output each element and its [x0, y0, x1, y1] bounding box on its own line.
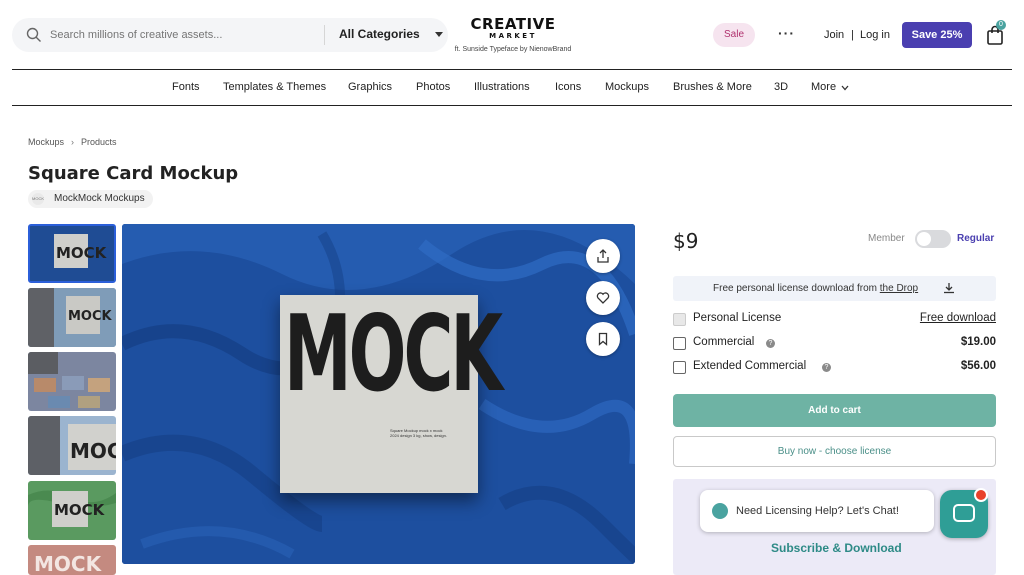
drop-banner: Free personal license download from the … [673, 276, 996, 301]
svg-text:MOCK: MOCK [34, 552, 103, 575]
auth-separator: | [851, 29, 854, 41]
licensing-help-popup[interactable]: Need Licensing Help? Let's Chat! [700, 490, 934, 532]
sale-pill[interactable]: Sale [713, 23, 755, 47]
card-headline: MOCK [284, 293, 503, 417]
price: $9 [673, 229, 699, 253]
category-nav: Fonts Templates & Themes Graphics Photos… [12, 69, 1012, 106]
page-title: Square Card Mockup [28, 163, 239, 184]
nav-item-graphics[interactable]: Graphics [348, 81, 392, 93]
category-select[interactable]: All Categories [339, 27, 420, 41]
thumbnail-image: MOCK [28, 416, 116, 475]
svg-text:MOCK: MOCK [56, 244, 108, 262]
license-price: $56.00 [960, 360, 996, 372]
svg-text:MOCK: MOCK [54, 501, 106, 519]
thumbnail-image: MOCK [28, 545, 116, 575]
bookmark-button[interactable] [586, 322, 620, 356]
tag-icon [712, 503, 728, 519]
member-toggle[interactable] [915, 230, 951, 248]
login-link[interactable]: Log in [860, 29, 890, 41]
breadcrumb: Mockups › Products [28, 137, 117, 147]
regular-label: Regular [957, 233, 995, 244]
card-small-print: Square Mockup mock x mock 2024 design 3 … [390, 428, 447, 438]
save-25-button[interactable]: Save 25% [902, 22, 972, 48]
download-icon[interactable] [943, 282, 955, 294]
thumbnail-image: MOCK [30, 226, 114, 281]
more-options-icon[interactable]: ··· [778, 25, 795, 41]
thumbnail-image: MOCK [28, 481, 116, 540]
shop-chip[interactable]: MOCK MockMock Mockups [28, 190, 153, 208]
nav-item-mockups[interactable]: Mockups [605, 81, 649, 93]
license-name: Extended Commercial [693, 360, 807, 372]
thumbnail-image [28, 352, 116, 411]
search-icon[interactable] [26, 27, 42, 43]
bookmark-icon [598, 332, 608, 346]
license-checkbox[interactable] [673, 361, 686, 374]
info-icon[interactable]: ? [822, 363, 831, 372]
drop-link[interactable]: the Drop [880, 283, 918, 294]
heart-icon [596, 292, 610, 304]
chevron-right-icon: › [71, 137, 75, 147]
site-logo[interactable]: CREATIVE MARKET ft. Sunside Typeface by … [440, 16, 586, 53]
search-divider [324, 25, 325, 45]
member-label: Member [868, 233, 905, 244]
breadcrumb-mockups[interactable]: Mockups [28, 137, 64, 147]
nav-item-brushes-more[interactable]: Brushes & More [673, 81, 752, 93]
chevron-down-icon[interactable] [841, 85, 849, 91]
license-checkbox[interactable] [673, 337, 686, 350]
search-input[interactable] [50, 26, 320, 44]
svg-text:MOCK: MOCK [68, 309, 113, 324]
license-option-commercial[interactable]: Commercial ? $19.00 [673, 335, 996, 353]
thumbnail-4[interactable]: MOCK [28, 416, 116, 475]
square-card: MOCK Square Mockup mock x mock 2024 desi… [280, 295, 503, 493]
favorite-button[interactable] [586, 281, 620, 315]
thumbnail-5[interactable]: MOCK [28, 481, 116, 540]
nav-item-fonts[interactable]: Fonts [172, 81, 200, 93]
nav-item-3d[interactable]: 3D [774, 81, 788, 93]
license-option-extended[interactable]: Extended Commercial ? $56.00 [673, 359, 996, 377]
license-name: Personal License [693, 312, 782, 324]
notification-dot [974, 488, 988, 502]
subscribe-download-link[interactable]: Subscribe & Download [771, 541, 902, 555]
nav-item-illustrations[interactable]: Illustrations [474, 81, 530, 93]
logo-tagline: ft. Sunside Typeface by NienowBrand [454, 46, 572, 53]
chat-button[interactable] [940, 488, 988, 538]
breadcrumb-products[interactable]: Products [81, 137, 117, 147]
thumbnail-1[interactable]: MOCK [28, 224, 116, 283]
buy-now-button[interactable]: Buy now - choose license [673, 436, 996, 467]
chat-icon [953, 504, 975, 522]
drop-text: Free personal license download from [713, 283, 877, 294]
thumbnail-image: MOCK [28, 288, 116, 347]
nav-item-photos[interactable]: Photos [416, 81, 450, 93]
nav-item-templates-themes[interactable]: Templates & Themes [223, 81, 326, 93]
share-icon [597, 249, 609, 263]
nav-item-icons[interactable]: Icons [555, 81, 581, 93]
license-checkbox[interactable] [673, 313, 686, 326]
help-text: Need Licensing Help? Let's Chat! [736, 505, 899, 517]
shop-avatar: MOCK [32, 193, 44, 205]
cart-count-badge: 0 [996, 20, 1006, 30]
license-option-personal[interactable]: Personal License Free download [673, 311, 996, 329]
thumbnail-6[interactable]: MOCK [28, 545, 116, 575]
nav-item-more[interactable]: More [811, 81, 836, 93]
shop-name: MockMock Mockups [54, 193, 145, 204]
logo-wordmark: CREATIVE [470, 15, 556, 33]
share-button[interactable] [586, 239, 620, 273]
logo-subword: MARKET [489, 32, 537, 40]
site-header: All Categories CREATIVE MARKET ft. Sunsi… [0, 0, 1024, 70]
license-price: $19.00 [960, 336, 996, 348]
join-link[interactable]: Join [824, 29, 844, 41]
thumbnail-3[interactable] [28, 352, 116, 411]
svg-text:MOCK: MOCK [70, 439, 116, 463]
info-icon[interactable]: ? [766, 339, 775, 348]
license-name: Commercial [693, 336, 755, 348]
thumbnail-2[interactable]: MOCK [28, 288, 116, 347]
add-to-cart-button[interactable]: Add to cart [673, 394, 996, 427]
toggle-knob [917, 232, 931, 246]
free-download-link[interactable]: Free download [920, 312, 996, 324]
search-bar[interactable]: All Categories [12, 18, 448, 52]
